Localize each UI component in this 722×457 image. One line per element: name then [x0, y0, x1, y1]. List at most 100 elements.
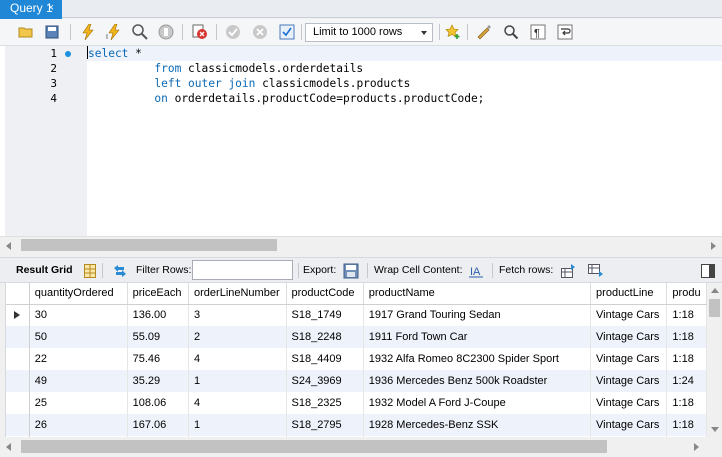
invisible-chars-icon[interactable]: ¶: [528, 22, 548, 42]
table-row[interactable]: 50 55.09 2 S18_2248 1911 Ford Town Car Vintag…: [6, 326, 707, 348]
scroll-up-icon[interactable]: [711, 288, 719, 293]
table-row[interactable]: 26 167.06 1 S18_2795 1928 Mercedes-Benz SSK V…: [6, 414, 707, 436]
beautify-icon[interactable]: [474, 22, 494, 42]
sql-editor[interactable]: 1 2 3 4 select * from classicmodels.orde…: [0, 46, 722, 236]
table-row[interactable]: 25 108.06 4 S18_2325 1932 Model A Ford J-Cou…: [6, 392, 707, 414]
column-header[interactable]: quantityOrdered: [29, 283, 128, 305]
grid-cell[interactable]: 167.06: [127, 414, 190, 436]
scroll-right-icon[interactable]: [694, 443, 699, 451]
grid-cell[interactable]: 4: [188, 392, 287, 414]
row-header[interactable]: [6, 414, 30, 436]
grid-cell[interactable]: 35.29: [127, 370, 190, 392]
grid-cell[interactable]: 22: [29, 348, 128, 370]
toggle-error-icon[interactable]: [190, 22, 210, 42]
row-header[interactable]: [6, 348, 30, 370]
grid-cell[interactable]: S18_2248: [286, 326, 364, 348]
explain-icon[interactable]: [130, 22, 150, 42]
wrap-cell-icon[interactable]: IA: [467, 262, 485, 279]
bookmark-icon[interactable]: [443, 22, 463, 42]
grid-cell[interactable]: 49: [29, 370, 128, 392]
close-tab-icon[interactable]: ×: [48, 0, 54, 17]
grid-cell[interactable]: 30: [29, 304, 128, 326]
grid-cell[interactable]: 26: [29, 414, 128, 436]
grid-cell[interactable]: Vintage Cars: [590, 304, 668, 326]
grid-cell[interactable]: 136.00: [127, 304, 190, 326]
scroll-down-icon[interactable]: [711, 427, 719, 432]
export-icon[interactable]: [342, 262, 360, 279]
wrap-icon[interactable]: [555, 22, 575, 42]
grid-cell[interactable]: 3: [188, 304, 287, 326]
grid-cell[interactable]: 1932 Model A Ford J-Coupe: [363, 392, 592, 414]
grid-cell[interactable]: 55.09: [127, 326, 190, 348]
grid-cell[interactable]: S24_3969: [286, 370, 364, 392]
grid-cell[interactable]: 1911 Ford Town Car: [363, 326, 592, 348]
row-header[interactable]: [6, 304, 30, 326]
grid-cell[interactable]: 2: [188, 326, 287, 348]
grid-cell[interactable]: 1: [188, 414, 287, 436]
grid-cell[interactable]: Vintage Cars: [590, 348, 668, 370]
column-header[interactable]: produ: [666, 283, 707, 305]
grid-horizontal-scrollbar[interactable]: [0, 437, 722, 457]
grid-cell[interactable]: 1:24: [666, 370, 707, 392]
column-header[interactable]: orderLineNumber: [188, 283, 287, 305]
table-row[interactable]: 49 35.29 1 S24_3969 1936 Mercedes Benz 500k …: [6, 370, 707, 392]
grid-cell[interactable]: Vintage Cars: [590, 392, 668, 414]
column-header[interactable]: productName: [363, 283, 592, 305]
row-header[interactable]: [6, 370, 30, 392]
scrollbar-thumb[interactable]: [21, 440, 607, 453]
grid-cell[interactable]: Vintage Cars: [590, 414, 668, 436]
grid-view-icon[interactable]: [81, 262, 99, 279]
grid-cell[interactable]: 1:18: [666, 414, 707, 436]
grid-cell[interactable]: Vintage Cars: [590, 370, 668, 392]
row-header[interactable]: [6, 326, 30, 348]
grid-cell[interactable]: 108.06: [127, 392, 190, 414]
execute-icon[interactable]: [78, 22, 98, 42]
grid-cell[interactable]: S18_4409: [286, 348, 364, 370]
grid-cell[interactable]: 4: [188, 348, 287, 370]
sql-code[interactable]: select * from classicmodels.orderdetails…: [87, 46, 717, 106]
grid-cell[interactable]: 1936 Mercedes Benz 500k Roadster: [363, 370, 592, 392]
grid-cell[interactable]: Vintage Cars: [590, 326, 668, 348]
grid-vertical-scrollbar[interactable]: [707, 283, 722, 437]
result-grid[interactable]: quantityOrdered priceEach orderLineNumbe…: [5, 283, 707, 437]
grid-cell[interactable]: 1:18: [666, 304, 707, 326]
toggle-panel-icon[interactable]: [699, 262, 717, 279]
open-folder-icon[interactable]: [16, 22, 36, 42]
grid-cell[interactable]: 1:18: [666, 348, 707, 370]
result-grid-tab[interactable]: Result Grid: [16, 264, 73, 276]
scroll-left-icon[interactable]: [6, 242, 11, 250]
row-header[interactable]: [6, 392, 30, 414]
refresh-icon[interactable]: [111, 262, 129, 279]
scroll-right-icon[interactable]: [711, 242, 716, 250]
fetch-all-icon[interactable]: [587, 262, 605, 279]
code-line[interactable]: on orderdetails.productCode=products.pro…: [87, 91, 717, 106]
fetch-next-icon[interactable]: [560, 262, 578, 279]
find-icon[interactable]: [501, 22, 521, 42]
limit-rows-select[interactable]: Limit to 1000 rows: [305, 23, 433, 42]
table-row[interactable]: 30 136.00 3 S18_1749 1917 Grand Touring Seda…: [6, 304, 707, 326]
commit-icon[interactable]: [223, 22, 243, 42]
code-line[interactable]: from classicmodels.orderdetails: [87, 61, 717, 76]
editor-horizontal-scrollbar[interactable]: [0, 236, 722, 253]
grid-cell[interactable]: 25: [29, 392, 128, 414]
save-icon[interactable]: [42, 22, 62, 42]
autocommit-icon[interactable]: [277, 22, 297, 42]
grid-cell[interactable]: S18_2795: [286, 414, 364, 436]
grid-cell[interactable]: 1928 Mercedes-Benz SSK: [363, 414, 592, 436]
grid-cell[interactable]: 1917 Grand Touring Sedan: [363, 304, 592, 326]
column-header[interactable]: productLine: [590, 283, 668, 305]
execute-current-icon[interactable]: I: [104, 22, 124, 42]
grid-cell[interactable]: 1:18: [666, 392, 707, 414]
column-header[interactable]: productCode: [286, 283, 364, 305]
grid-cell[interactable]: S18_1749: [286, 304, 364, 326]
grid-cell[interactable]: 50: [29, 326, 128, 348]
rollback-icon[interactable]: [250, 22, 270, 42]
code-line[interactable]: select *: [87, 46, 717, 61]
filter-rows-input[interactable]: [192, 260, 293, 280]
tab-query-1[interactable]: Query 1 ×: [0, 0, 62, 19]
stop-icon[interactable]: [156, 22, 176, 42]
table-row[interactable]: 22 75.46 4 S18_4409 1932 Alfa Romeo 8C2300 S…: [6, 348, 707, 370]
column-header[interactable]: priceEach: [127, 283, 190, 305]
code-line[interactable]: left outer join classicmodels.products: [87, 76, 717, 91]
grid-cell[interactable]: 75.46: [127, 348, 190, 370]
